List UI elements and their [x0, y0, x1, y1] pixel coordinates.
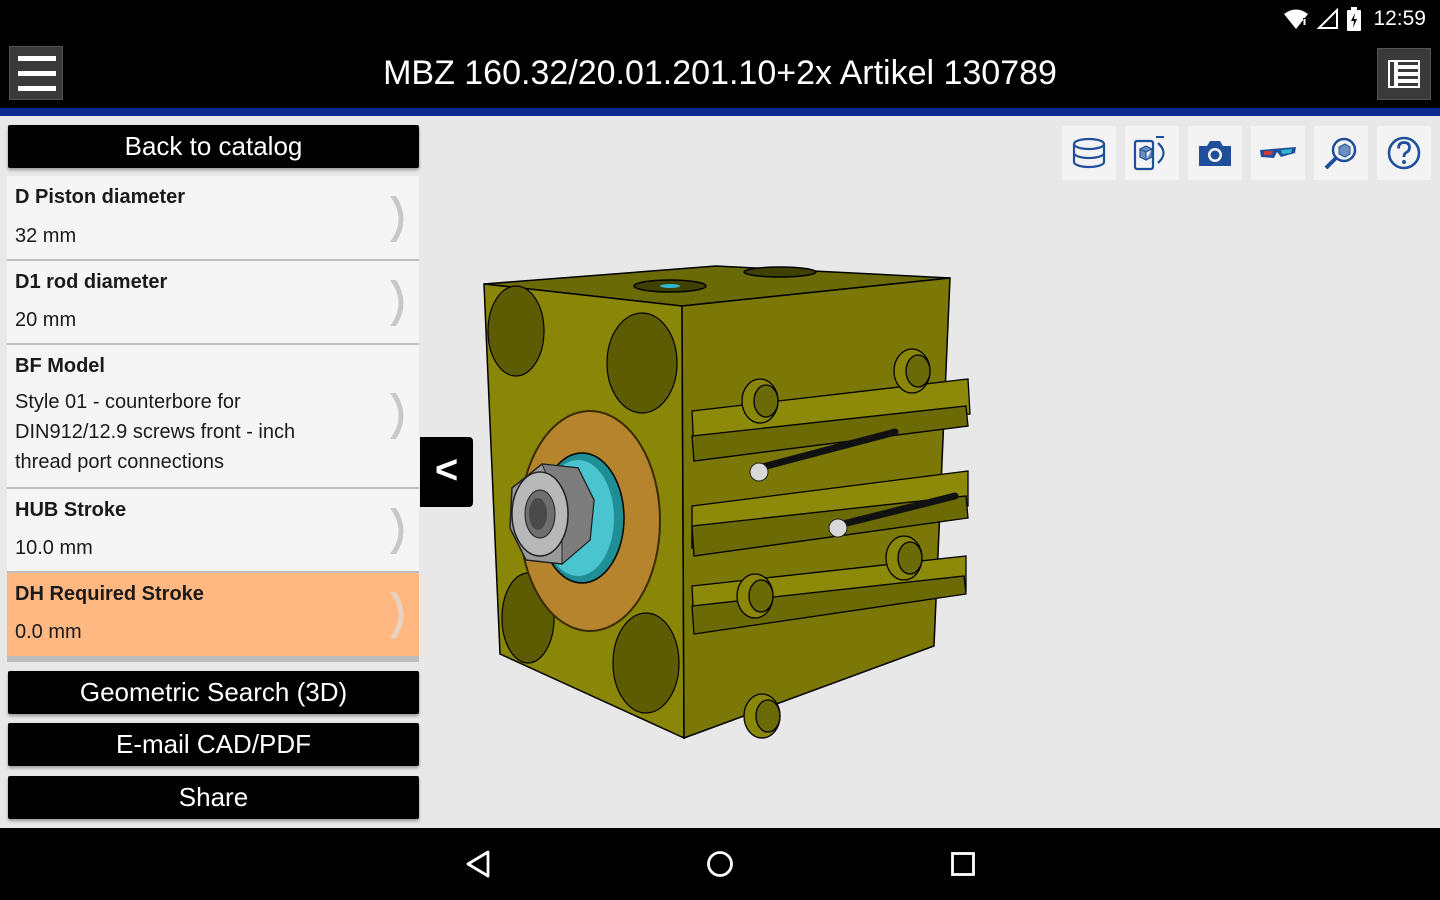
param-value: 32 mm [15, 225, 77, 247]
param-value: 0.0 mm [15, 621, 82, 643]
param-name: D1 rod diameter [15, 271, 168, 293]
battery-icon [1347, 7, 1362, 31]
chevron-right-icon [390, 280, 404, 326]
parameter-list: D Piston diameter 32 mm D1 rod diameter … [7, 176, 419, 662]
list-view-button[interactable] [1377, 48, 1431, 100]
status-bar: 12:59 [0, 0, 1440, 38]
3d-glasses-icon [1260, 147, 1296, 158]
accent-line [0, 108, 1440, 116]
param-hub-stroke[interactable]: HUB Stroke 10.0 mm [7, 489, 419, 571]
hamburger-menu-button[interactable] [9, 46, 63, 100]
param-value: Style 01 - counterbore for DIN912/12.9 s… [15, 387, 345, 477]
chevron-right-icon [390, 393, 404, 439]
signal-icon [1317, 8, 1339, 29]
home-nav-icon[interactable] [702, 846, 738, 882]
chevron-right-icon [390, 592, 404, 638]
stereo-3d-button[interactable] [1251, 126, 1305, 180]
param-name: HUB Stroke [15, 499, 127, 521]
geometric-search-button[interactable]: Geometric Search (3D) [8, 671, 419, 714]
clock: 12:59 [1373, 7, 1426, 30]
ar-device-icon [1133, 136, 1165, 171]
camera-icon [1199, 141, 1231, 166]
help-icon [1387, 136, 1421, 170]
param-rod-diameter[interactable]: D1 rod diameter 20 mm [7, 261, 419, 343]
param-value: 20 mm [15, 309, 77, 331]
main-area: Back to catalog D Piston diameter 32 mm … [0, 116, 1440, 828]
zoom-part-button[interactable] [1314, 126, 1368, 180]
help-button[interactable] [1377, 126, 1431, 180]
share-button[interactable]: Share [8, 776, 419, 819]
chevron-right-icon [390, 196, 404, 242]
param-name: BF Model [15, 355, 105, 377]
back-nav-icon[interactable] [460, 846, 496, 882]
param-name: D Piston diameter [15, 186, 186, 208]
screenshot-button[interactable] [1188, 126, 1242, 180]
chevron-right-icon [390, 508, 404, 554]
app-bar: MBZ 160.32/20.01.201.10+2x Artikel 13078… [0, 38, 1440, 116]
ar-device-button[interactable] [1125, 126, 1179, 180]
param-piston-diameter[interactable]: D Piston diameter 32 mm [7, 176, 419, 259]
wifi-icon [1284, 9, 1309, 29]
param-value-line: thread port connections [15, 451, 225, 473]
param-name: DH Required Stroke [15, 583, 204, 605]
collapse-panel-button[interactable]: < [420, 437, 473, 507]
param-value-line: Style 01 - counterbore for [15, 391, 241, 413]
parameter-panel: Back to catalog D Piston diameter 32 mm … [0, 116, 427, 828]
cylinder-icon [1072, 137, 1106, 169]
param-bf-model[interactable]: BF Model Style 01 - counterbore for DIN9… [7, 345, 419, 487]
back-to-catalog-button[interactable]: Back to catalog [8, 125, 419, 168]
param-value-line: DIN912/12.9 screws front - inch [15, 421, 296, 443]
param-value: 10.0 mm [15, 537, 93, 559]
param-required-stroke[interactable]: DH Required Stroke 0.0 mm [7, 573, 419, 656]
viewer-toolbar [1062, 126, 1431, 180]
page-title: MBZ 160.32/20.01.201.10+2x Artikel 13078… [383, 54, 1057, 92]
cad-3d-viewer[interactable] [470, 256, 990, 746]
email-cad-pdf-button[interactable]: E-mail CAD/PDF [8, 723, 419, 766]
zoom-part-icon [1324, 137, 1357, 170]
system-nav-bar [0, 828, 1440, 900]
cylinder-button[interactable] [1062, 126, 1116, 180]
list-view-icon [1388, 60, 1420, 88]
recents-nav-icon[interactable] [945, 846, 981, 882]
